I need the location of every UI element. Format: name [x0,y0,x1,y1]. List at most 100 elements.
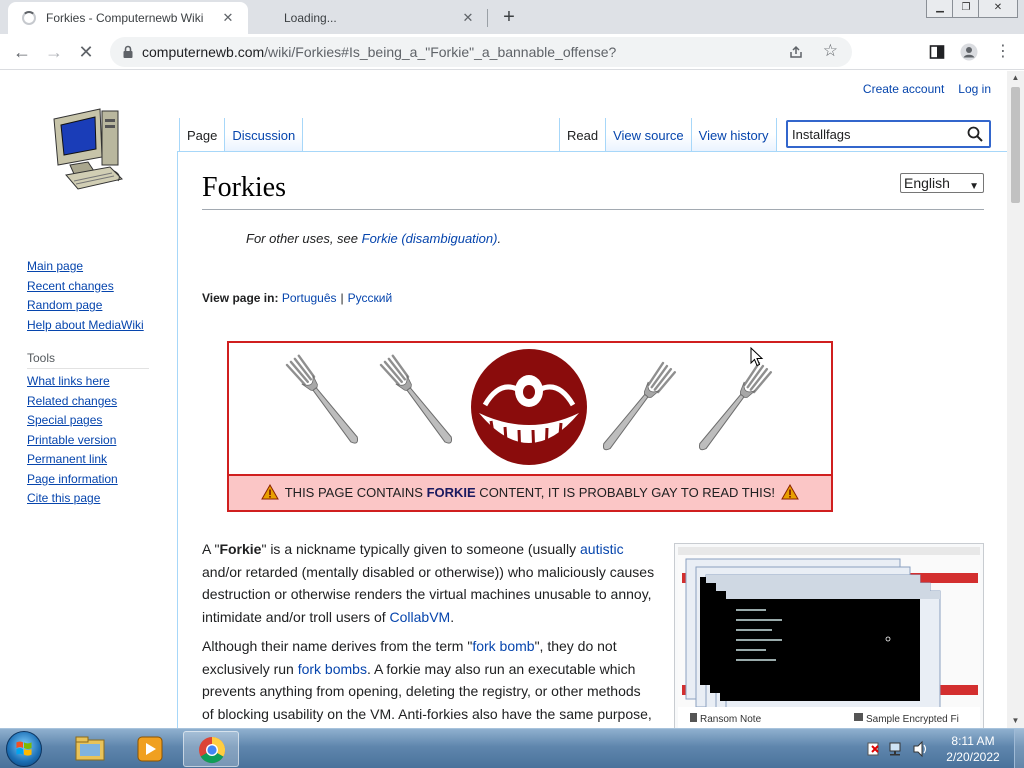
thumbnail-label-sample-encrypted: Sample Encrypted Fi [866,714,959,725]
sidebar-item-page-information[interactable]: Page information [27,470,155,490]
lang-link-russian[interactable]: Русский [348,291,393,305]
personal-tools: Create account Log in [863,82,991,96]
address-bar[interactable]: computernewb.com/wiki/Forkies#Is_being_a… [110,37,852,67]
start-button[interactable] [6,731,42,767]
tab-forkies[interactable]: Forkies - Computernewb Wiki ✕ [8,2,248,34]
view-page-in-label: View page in: [202,291,279,305]
clock-date: 2/20/2022 [946,750,1000,764]
heading-divider [202,209,984,210]
media-player-icon [137,736,163,762]
namespace-tabs: Page Discussion [179,118,304,151]
search-input[interactable] [792,125,962,143]
sidebar-item-recent-changes[interactable]: Recent changes [27,277,155,297]
folder-icon [75,736,105,761]
sidebar-item-permanent-link[interactable]: Permanent link [27,450,155,470]
sidebar-item-related-changes[interactable]: Related changes [27,392,155,412]
thumbnail-label-ransom-note: Ransom Note [700,714,762,725]
volume-icon [913,740,927,758]
side-panel-icon[interactable] [928,43,946,61]
arrow-left-icon[interactable]: ← [10,40,34,64]
scroll-up-icon[interactable]: ▲ [1007,71,1024,85]
stop-close-icon[interactable]: ✕ [74,40,98,64]
star-icon[interactable]: ☆ [823,41,838,61]
page-scrollbar[interactable]: ▲ ▼ [1007,71,1024,728]
taskbar-clock[interactable]: 8:11 AM 2/20/2022 [934,733,1012,765]
grinning-face-icon [471,349,587,465]
clock-time: 8:11 AM [951,734,995,748]
mouse-cursor-icon [750,347,764,367]
scroll-down-icon[interactable]: ▼ [1007,714,1024,728]
web-page: Create account Log in Main page Recent c… [0,71,1007,728]
fork-bombs-link[interactable]: fork bombs [298,661,367,677]
tab-discussion[interactable]: Discussion [225,118,304,151]
view-tabs: Read View source View history [559,118,777,151]
share-icon[interactable] [788,44,804,60]
chevron-down-icon: ▼ [969,181,979,192]
fork-bomb-link[interactable]: fork bomb [472,638,534,654]
page-title: Forkies [202,172,286,203]
paragraph-1: A "Forkie" is a nickname typically given… [202,541,655,625]
scrollbar-thumb[interactable] [1011,87,1020,203]
minimize-icon[interactable]: ▁ [926,0,954,18]
taskbar-file-explorer[interactable] [62,731,118,767]
sidebar-item-special-pages[interactable]: Special pages [27,411,155,431]
tab-title: Forkies - Computernewb Wiki [46,11,204,25]
tab-read[interactable]: Read [559,118,607,151]
show-desktop-button[interactable] [1014,729,1024,768]
sidebar-item-random-page[interactable]: Random page [27,296,155,316]
article-body: A "Forkie" is a nickname typically given… [202,538,656,728]
windows-taskbar: 8:11 AM 2/20/2022 [0,728,1024,768]
tab-close-icon[interactable]: ✕ [220,10,236,26]
create-account-link[interactable]: Create account [863,82,944,96]
forks-and-face-image [285,349,773,465]
collabvm-link[interactable]: CollabVM [390,609,451,625]
url-text[interactable]: computernewb.com/wiki/Forkies#Is_being_a… [142,44,616,60]
sidebar-item-main-page[interactable]: Main page [27,257,155,277]
tab-page[interactable]: Page [179,118,226,151]
paragraph-2: Although their name derives from the ter… [202,638,652,722]
sidebar-item-help[interactable]: Help about MediaWiki [27,316,155,336]
loading-spinner-icon [22,11,36,25]
view-page-in: View page in: Português | Русский [202,291,393,305]
sidebar-item-what-links-here[interactable]: What links here [27,372,155,392]
kebab-menu-icon[interactable]: ⋮ [994,43,1012,61]
forked-vm-screenshot-image: Ransom Note Sample Encrypted Fi [678,547,980,728]
taskbar-chrome[interactable] [183,731,239,767]
taskbar-media-player[interactable] [122,731,178,767]
windows-logo-icon [16,741,32,756]
disambiguation-link[interactable]: Forkie (disambiguation) [362,231,498,246]
tab-separator [487,9,488,27]
window-close-icon[interactable]: ✕ [978,0,1018,18]
sidebar-item-cite-this-page[interactable]: Cite this page [27,489,155,509]
network-icon [889,742,901,756]
sidebar: Main page Recent changes Random page Hel… [27,257,155,509]
forkie-warning-banner: THIS PAGE CONTAINS FORKIE CONTENT, IT IS… [227,341,833,512]
search-icon[interactable] [967,126,983,142]
search-box [786,120,991,148]
tab-strip: Forkies - Computernewb Wiki ✕ Loading...… [0,0,1024,34]
language-select-value: English [904,175,950,191]
tab-loading[interactable]: Loading... ✕ [252,2,488,34]
system-tray-icons[interactable] [864,729,934,768]
computer-logo-icon[interactable] [48,107,128,193]
restore-icon[interactable]: ❐ [952,0,980,18]
lang-link-portuguese[interactable]: Português [282,291,337,305]
arrow-right-icon[interactable]: → [42,40,66,64]
lock-icon[interactable] [120,44,136,60]
warning-icon [261,484,280,500]
tab-view-source[interactable]: View source [606,118,692,151]
autistic-link[interactable]: autistic [580,541,624,557]
new-tab-plus-icon[interactable]: + [498,6,520,28]
sidebar-heading-tools: Tools [27,351,149,369]
profile-icon[interactable] [960,43,978,61]
action-center-flag-icon [867,742,879,756]
sidebar-item-printable-version[interactable]: Printable version [27,431,155,451]
hatnote: For other uses, see Forkie (disambiguati… [246,231,502,246]
language-select[interactable]: English ▼ [900,173,984,193]
tab-close-icon[interactable]: ✕ [460,10,476,26]
banner-warning-text: THIS PAGE CONTAINS FORKIE CONTENT, IT IS… [229,474,831,510]
log-in-link[interactable]: Log in [958,82,991,96]
forked-vm-screenshot-thumbnail[interactable]: Ransom Note Sample Encrypted Fi [674,543,984,728]
tab-view-history[interactable]: View history [691,118,777,151]
warning-icon [780,484,799,500]
